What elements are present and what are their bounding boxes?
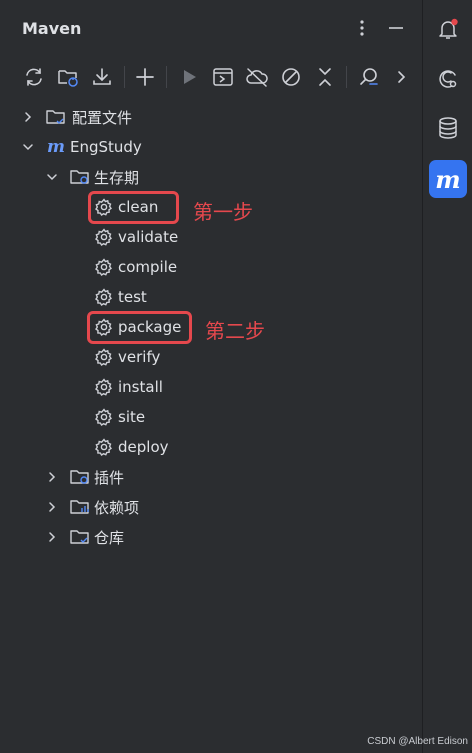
- maven-project-icon: m: [46, 137, 66, 157]
- vertical-dots-icon[interactable]: [348, 14, 376, 42]
- reload-icon: [26, 68, 42, 86]
- highlight-box-package: [87, 311, 192, 344]
- lifecycle-phase-label: site: [118, 408, 146, 426]
- lifecycle-phase-verify[interactable]: verify: [94, 342, 160, 372]
- tree-node-dependencies[interactable]: 依赖项: [44, 492, 139, 522]
- repositories-folder-icon: [70, 527, 90, 547]
- analyze-icon: [360, 68, 378, 85]
- analyze-dependencies-button[interactable]: [354, 62, 384, 92]
- tree-node-label: 仓库: [94, 528, 125, 547]
- lifecycle-phase-install[interactable]: install: [94, 372, 163, 402]
- gear-icon: [94, 257, 114, 277]
- gear-icon: [94, 227, 114, 247]
- tree-node-label: EngStudy: [70, 138, 142, 156]
- plus-icon: [136, 68, 154, 86]
- ai-assistant-icon: [439, 70, 457, 88]
- maven-tool-window: Maven 配置文件 m EngStudy 生存期 clean validate…: [0, 0, 422, 753]
- lifecycle-phase-deploy[interactable]: deploy: [94, 432, 169, 462]
- lifecycle-phase-compile[interactable]: compile: [94, 252, 177, 282]
- skip-icon: [282, 68, 300, 86]
- lifecycle-phase-label: test: [118, 288, 147, 306]
- bell-icon: [439, 18, 458, 39]
- gear-icon: [94, 437, 114, 457]
- collapse-all-button[interactable]: [310, 62, 340, 92]
- lifecycle-phase-label: validate: [118, 228, 179, 246]
- tree-node-repositories[interactable]: 仓库: [44, 522, 124, 552]
- download-sources-button[interactable]: [87, 62, 117, 92]
- highlight-box-clean: [88, 191, 179, 224]
- tree-node-project[interactable]: m EngStudy: [20, 132, 142, 162]
- run-maven-build-button[interactable]: [174, 62, 204, 92]
- lifecycle-phase-label: compile: [118, 258, 178, 276]
- maven-logo-icon: m: [435, 164, 461, 194]
- collapse-icon: [319, 68, 331, 86]
- database-icon: [439, 117, 457, 139]
- run-icon: [184, 70, 196, 84]
- gear-icon: [94, 287, 114, 307]
- generate-sources-button[interactable]: [53, 62, 83, 92]
- plugins-folder-icon: [70, 467, 90, 487]
- lifecycle-folder-icon: [70, 167, 90, 187]
- gear-icon: [94, 377, 114, 397]
- toggle-offline-mode-button[interactable]: [242, 62, 272, 92]
- maven-logo-text: m: [47, 137, 65, 157]
- tree-node-profiles[interactable]: 配置文件: [20, 102, 132, 132]
- lifecycle-phase-label: deploy: [118, 438, 169, 456]
- ai-assistant-button[interactable]: [428, 60, 468, 98]
- chevron-down-icon[interactable]: [20, 139, 36, 155]
- lifecycle-phase-site[interactable]: site: [94, 402, 145, 432]
- toolbar-separator: [166, 66, 167, 88]
- chevron-right-icon[interactable]: [20, 109, 36, 125]
- more-actions-button[interactable]: [386, 62, 416, 92]
- tree-node-label: 配置文件: [72, 108, 133, 127]
- dependencies-folder-icon: [70, 497, 90, 517]
- chevron-right-icon[interactable]: [44, 499, 60, 515]
- reload-all-maven-projects-button[interactable]: [19, 62, 49, 92]
- minimize-icon[interactable]: [382, 14, 410, 42]
- tree-node-plugins[interactable]: 插件: [44, 462, 124, 492]
- panel-header: Maven: [0, 0, 422, 58]
- lifecycle-phase-validate[interactable]: validate: [94, 222, 178, 252]
- cloud-off-icon: [246, 68, 268, 87]
- toolbar-separator: [346, 66, 347, 88]
- lifecycle-phase-test[interactable]: test: [94, 282, 147, 312]
- chevron-right-icon[interactable]: [44, 469, 60, 485]
- annotation-step-1: 第一步: [193, 200, 253, 224]
- gear-icon: [94, 407, 114, 427]
- folder-refresh-icon: [58, 70, 78, 87]
- tree-node-lifecycle[interactable]: 生存期: [44, 162, 139, 192]
- maven-toolbar: [0, 58, 422, 96]
- tree-node-label: 生存期: [94, 168, 140, 187]
- tree-node-label: 插件: [94, 468, 125, 487]
- terminal-icon: [213, 68, 233, 86]
- maven-tool-button[interactable]: m: [429, 160, 467, 198]
- lifecycle-phase-label: verify: [118, 348, 161, 366]
- watermark: CSDN @Albert Edison: [367, 736, 468, 747]
- gear-icon: [94, 347, 114, 367]
- profiles-folder-icon: [46, 107, 66, 127]
- skip-tests-button[interactable]: [276, 62, 306, 92]
- panel-title: Maven: [22, 19, 82, 38]
- tree-node-label: 依赖项: [94, 498, 140, 517]
- chevron-right-icon[interactable]: [44, 529, 60, 545]
- annotation-step-2: 第二步: [205, 319, 265, 343]
- download-icon: [93, 68, 111, 85]
- chevron-right-icon: [398, 71, 406, 83]
- lifecycle-phase-label: install: [118, 378, 163, 396]
- add-maven-project-button[interactable]: [130, 62, 160, 92]
- database-button[interactable]: [428, 109, 468, 147]
- notifications-button[interactable]: [428, 10, 468, 48]
- chevron-down-icon[interactable]: [44, 169, 60, 185]
- execute-maven-goal-button[interactable]: [208, 62, 238, 92]
- toolbar-separator: [124, 66, 125, 88]
